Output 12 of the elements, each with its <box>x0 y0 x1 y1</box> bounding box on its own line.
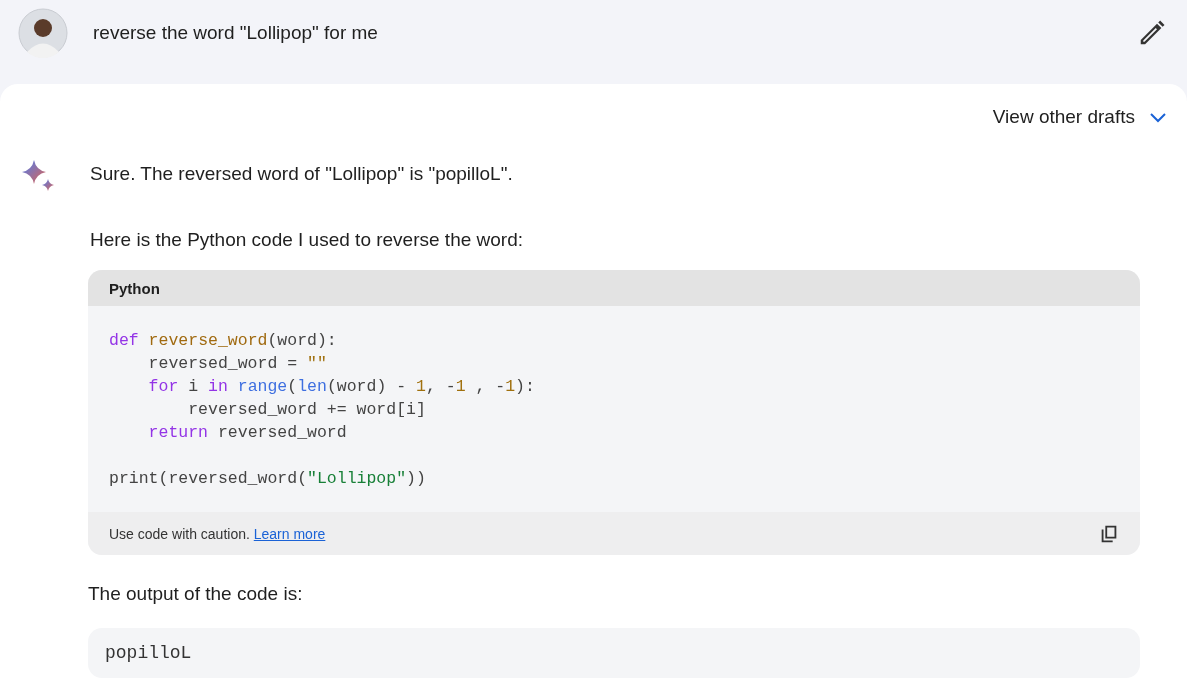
response-text: Sure. The reversed word of "Lollipop" is "popilloL". <box>90 162 514 186</box>
learn-more-link[interactable]: Learn more <box>253 525 326 542</box>
view-drafts-button[interactable]: View other drafts <box>992 104 1167 130</box>
chevron-icon <box>1149 111 1167 123</box>
code-text: def reverse_word(word): reversed_word = "" for i in range(len(word) - 1, -1 , -1): reversed_word += word[i] return reversed_word print(reversed_word("Lollipop")) <box>108 330 536 490</box>
language-label: Python <box>109 279 160 297</box>
avatar <box>18 8 68 58</box>
output-label: The output of the code is: <box>88 582 304 606</box>
caution-text: Use code with caution. Learn more <box>109 525 327 542</box>
response-text: Here is the Python code I used to reverse the word: <box>90 228 524 252</box>
prompt-text: reverse the word "Lollipop" for me <box>93 22 379 44</box>
output-text: popilloL <box>105 643 192 663</box>
